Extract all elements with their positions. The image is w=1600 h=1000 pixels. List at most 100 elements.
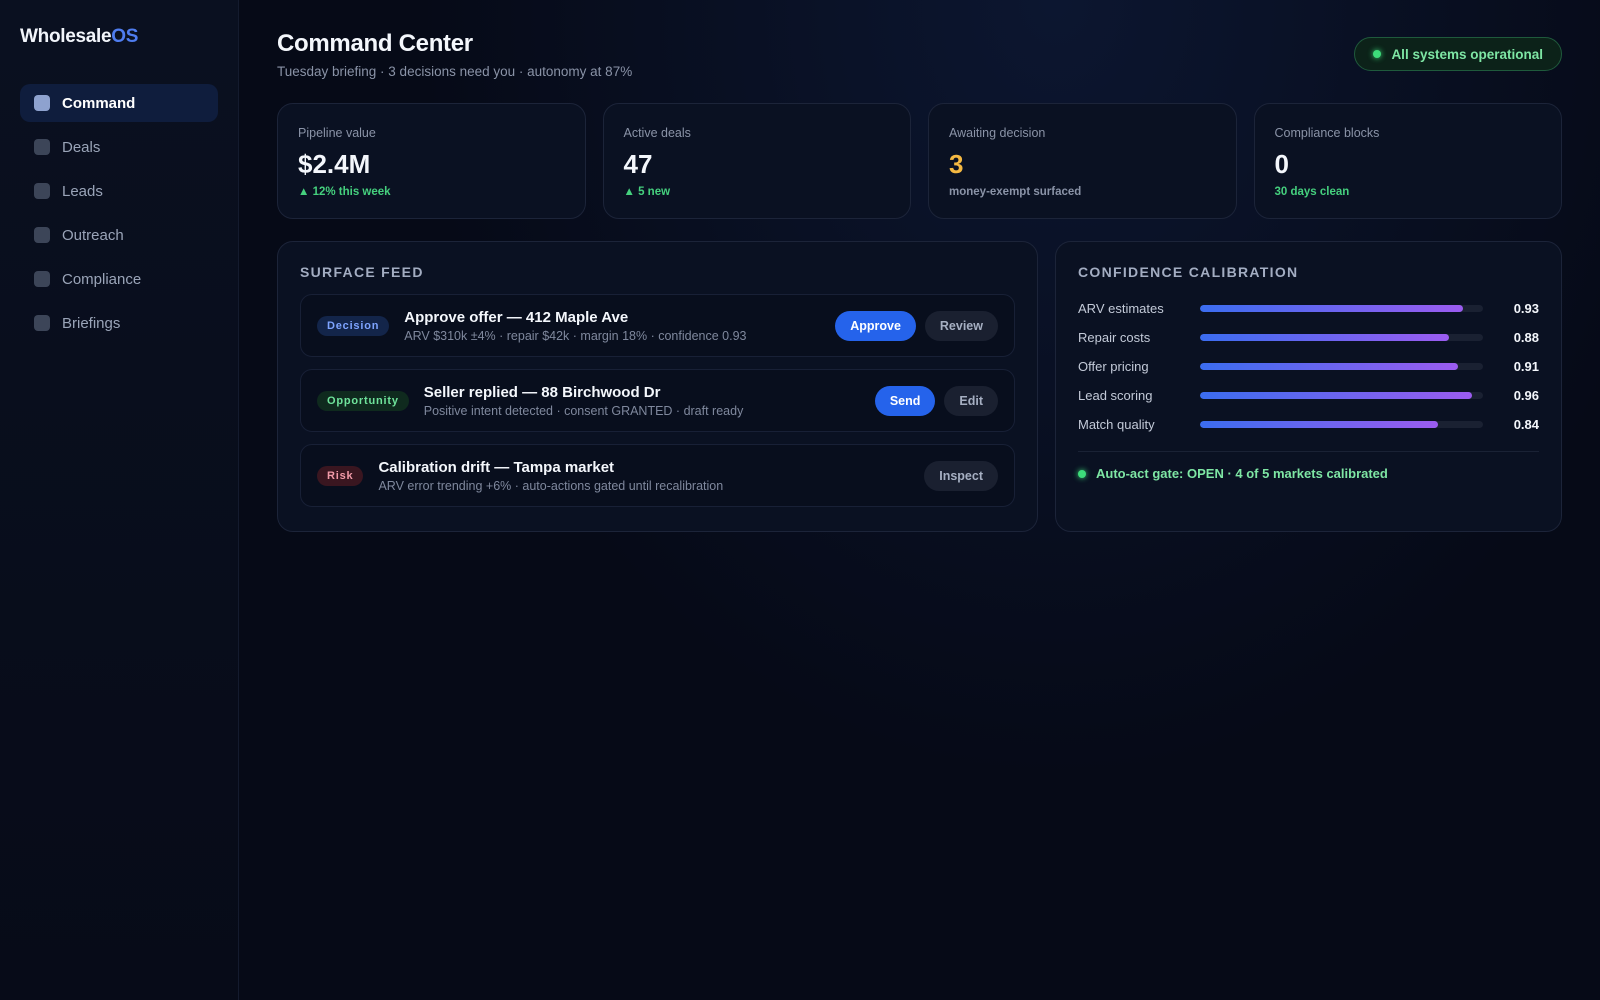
kpi-value: $2.4M xyxy=(298,149,371,179)
kpi-awaiting-decision[interactable]: Awaiting decision 3 money-exempt surface… xyxy=(928,103,1237,219)
feed-item-meta: ARV $310k ±4% · repair $42k · margin 18%… xyxy=(404,328,747,343)
kpi-trend: ▲ 5 new xyxy=(623,186,671,198)
confidence-calibration-panel: CONFIDENCE CALIBRATION ARV estimates 0.9… xyxy=(1055,241,1562,532)
page-header: Command Center Tuesday briefing · 3 deci… xyxy=(277,30,1562,79)
sidebar-item-leads[interactable]: Leads xyxy=(20,172,218,210)
kpi-active-deals[interactable]: Active deals 47 ▲ 5 new xyxy=(602,103,911,219)
decision-tag: Decision xyxy=(317,315,390,336)
calibration-row-match: Match quality 0.84 xyxy=(1078,410,1539,439)
calibration-bar-track xyxy=(1200,363,1483,370)
calibration-label: Lead scoring xyxy=(1078,388,1153,403)
divider xyxy=(1078,451,1539,452)
calibration-bar-track xyxy=(1200,334,1483,341)
kpi-label: Pipeline value xyxy=(298,126,376,140)
calibration-label: ARV estimates xyxy=(1078,301,1164,316)
opportunity-tag: Opportunity xyxy=(317,390,409,411)
sidebar-item-label: Briefings xyxy=(62,314,121,332)
calibration-value: 0.96 xyxy=(1513,388,1539,403)
kpi-label: Compliance blocks xyxy=(1274,126,1380,140)
sidebar-item-outreach[interactable]: Outreach xyxy=(20,216,218,254)
brand-logo[interactable]: WholesaleOS xyxy=(20,26,218,48)
kpi-compliance-blocks[interactable]: Compliance blocks 0 30 days clean xyxy=(1253,103,1562,219)
calibration-value: 0.84 xyxy=(1513,417,1539,432)
panel-title: SURFACE FEED xyxy=(300,264,424,280)
status-dot-icon xyxy=(1373,50,1382,58)
calibration-bar-fill xyxy=(1200,421,1438,428)
sidebar-item-label: Leads xyxy=(62,182,103,200)
status-text: All systems operational xyxy=(1391,46,1543,62)
calibration-row-offer: Offer pricing 0.91 xyxy=(1078,352,1539,381)
brand-name: Wholesale xyxy=(20,26,112,47)
compliance-icon xyxy=(34,271,50,287)
feed-item-title: Seller replied — 88 Birchwood Dr xyxy=(423,383,661,401)
feed-item-text: Calibration drift — Tampa market ARV err… xyxy=(378,459,924,493)
app-shell: WholesaleOS Command Deals Leads Outreach… xyxy=(0,0,1600,1000)
sidebar-item-label: Outreach xyxy=(62,226,124,244)
feed-item-title: Calibration drift — Tampa market xyxy=(378,458,615,476)
gate-status-text: Auto-act gate: OPEN · 4 of 5 markets cal… xyxy=(1096,466,1388,481)
sidebar-item-label: Deals xyxy=(62,138,101,156)
kpi-note: money-exempt surfaced xyxy=(949,186,1082,198)
calibration-row-arv: ARV estimates 0.93 xyxy=(1078,294,1539,323)
calibration-label: Repair costs xyxy=(1078,330,1151,345)
calibration-bar-fill xyxy=(1200,392,1472,399)
calibration-label: Match quality xyxy=(1078,417,1155,432)
sidebar: WholesaleOS Command Deals Leads Outreach… xyxy=(0,0,239,1000)
feed-item-text: Approve offer — 412 Maple Ave ARV $310k … xyxy=(404,309,835,343)
feed-item-meta: Positive intent detected · consent GRANT… xyxy=(423,403,744,418)
edit-button[interactable]: Edit xyxy=(944,385,998,416)
main-content: Command Center Tuesday briefing · 3 deci… xyxy=(239,0,1600,1000)
feed-item-actions: Inspect xyxy=(924,460,998,491)
kpi-row: Pipeline value $2.4M ▲ 12% this week Act… xyxy=(277,103,1562,219)
feed-item-opportunity[interactable]: Opportunity Seller replied — 88 Birchwoo… xyxy=(300,369,1015,432)
inspect-button[interactable]: Inspect xyxy=(924,460,998,491)
feed-item-actions: Approve Review xyxy=(835,310,998,341)
risk-tag: Risk xyxy=(317,465,364,486)
calibration-bar-fill xyxy=(1200,305,1464,312)
page-subtitle: Tuesday briefing · 3 decisions need you … xyxy=(277,64,633,79)
brand-accent: OS xyxy=(111,26,139,47)
kpi-value: 0 xyxy=(1274,149,1289,179)
send-button[interactable]: Send xyxy=(874,385,936,416)
briefings-icon xyxy=(34,315,50,331)
feed-item-actions: Send Edit xyxy=(874,385,998,416)
calibration-value: 0.91 xyxy=(1513,359,1539,374)
surface-feed-panel: SURFACE FEED Decision Approve offer — 41… xyxy=(277,241,1038,532)
calibration-label: Offer pricing xyxy=(1078,359,1149,374)
kpi-trend: ▲ 12% this week xyxy=(298,186,391,198)
calibration-row-repair: Repair costs 0.88 xyxy=(1078,323,1539,352)
sidebar-nav: Command Deals Leads Outreach Compliance … xyxy=(20,84,218,342)
feed-item-decision[interactable]: Decision Approve offer — 412 Maple Ave A… xyxy=(300,294,1015,357)
leads-icon xyxy=(34,183,50,199)
command-icon xyxy=(34,95,50,111)
calibration-bar-fill xyxy=(1200,334,1450,341)
kpi-value: 47 xyxy=(623,149,653,179)
calibration-value: 0.88 xyxy=(1513,330,1539,345)
deals-icon xyxy=(34,139,50,155)
sidebar-item-label: Command xyxy=(62,94,136,112)
approve-button[interactable]: Approve xyxy=(835,310,916,341)
sidebar-item-deals[interactable]: Deals xyxy=(20,128,218,166)
auto-act-gate-status: Auto-act gate: OPEN · 4 of 5 markets cal… xyxy=(1078,466,1539,481)
kpi-label: Active deals xyxy=(623,126,691,140)
kpi-trend: 30 days clean xyxy=(1274,186,1350,198)
system-status-badge[interactable]: All systems operational xyxy=(1354,37,1562,71)
gate-status-dot-icon xyxy=(1078,469,1086,478)
review-button[interactable]: Review xyxy=(924,310,998,341)
sidebar-item-label: Compliance xyxy=(62,270,142,288)
feed-item-title: Approve offer — 412 Maple Ave xyxy=(404,308,629,326)
calibration-bar-track xyxy=(1200,305,1483,312)
calibration-bars: ARV estimates 0.93 Repair costs 0.88 Off… xyxy=(1078,294,1539,439)
panels-row: SURFACE FEED Decision Approve offer — 41… xyxy=(277,241,1562,532)
sidebar-item-briefings[interactable]: Briefings xyxy=(20,304,218,342)
panel-title: CONFIDENCE CALIBRATION xyxy=(1078,264,1299,280)
feed-item-risk[interactable]: Risk Calibration drift — Tampa market AR… xyxy=(300,444,1015,507)
calibration-row-lead: Lead scoring 0.96 xyxy=(1078,381,1539,410)
page-title: Command Center xyxy=(277,30,473,57)
calibration-value: 0.93 xyxy=(1513,301,1539,316)
kpi-pipeline-value[interactable]: Pipeline value $2.4M ▲ 12% this week xyxy=(277,103,586,219)
sidebar-item-command[interactable]: Command xyxy=(20,84,218,122)
sidebar-item-compliance[interactable]: Compliance xyxy=(20,260,218,298)
outreach-icon xyxy=(34,227,50,243)
calibration-bar-track xyxy=(1200,421,1483,428)
